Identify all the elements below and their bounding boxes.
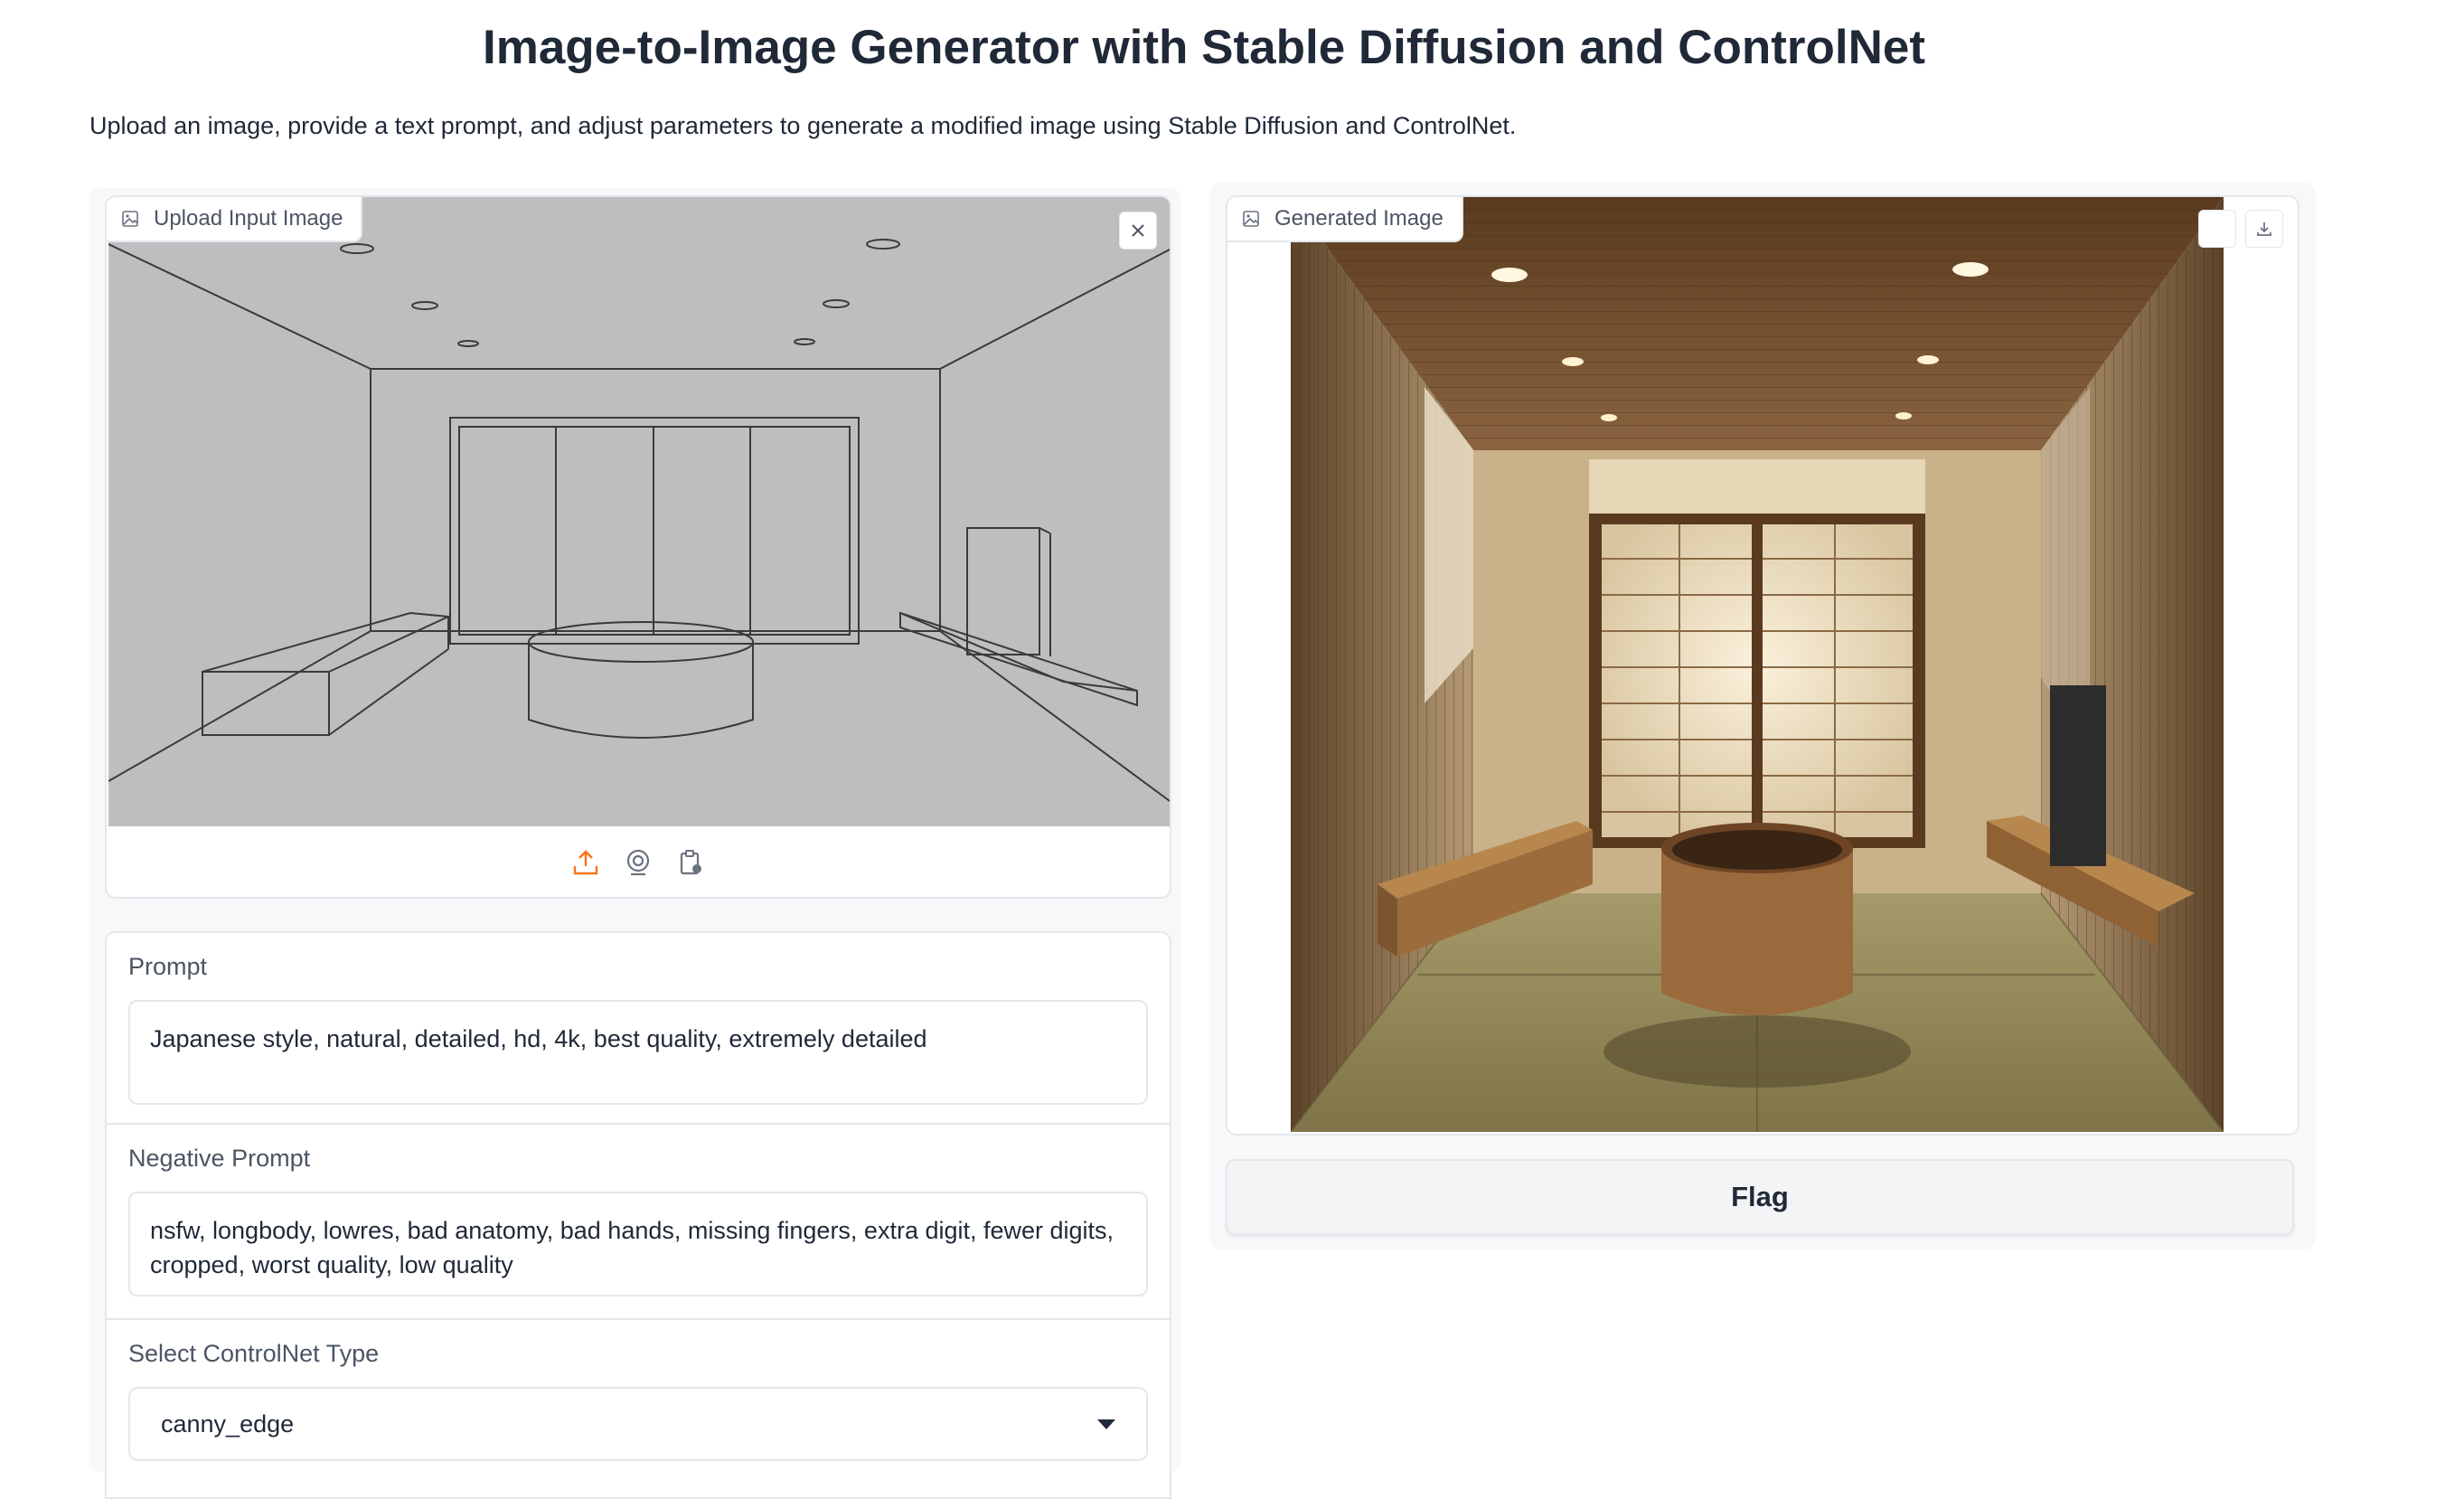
generated-image-label: Generated Image xyxy=(1227,197,1463,242)
generated-room-image xyxy=(1291,197,2224,1132)
clear-image-button[interactable] xyxy=(1119,212,1157,250)
webcam-source-button[interactable] xyxy=(623,847,654,878)
image-icon xyxy=(1243,211,1259,227)
controlnet-selected-value: canny_edge xyxy=(161,1409,295,1438)
generated-image-toolbar xyxy=(2198,210,2283,248)
prompt-label: Prompt xyxy=(128,953,208,980)
prompt-block: Prompt Japanese style, natural, detailed… xyxy=(105,931,1171,1125)
image-icon xyxy=(122,211,138,227)
close-icon xyxy=(1132,224,1144,237)
controlnet-block: Select ControlNet Type canny_edge xyxy=(105,1318,1171,1499)
flag-button[interactable]: Flag xyxy=(1226,1159,2294,1235)
controlnet-select[interactable]: canny_edge xyxy=(128,1387,1148,1461)
chevron-down-icon xyxy=(1097,1419,1115,1429)
input-image-label-text: Upload Input Image xyxy=(154,206,343,231)
room-sketch-drawing xyxy=(108,197,1170,826)
generated-room-drawing xyxy=(1291,197,2224,1132)
prompt-input[interactable]: Japanese style, natural, detailed, hd, 4… xyxy=(128,1000,1148,1105)
page-description: Upload an image, provide a text prompt, … xyxy=(89,112,1517,139)
blank-toolbar-button[interactable] xyxy=(2198,210,2236,248)
upload-icon xyxy=(573,850,598,875)
generated-image-panel: Generated Image xyxy=(1226,195,2299,1136)
input-image-label: Upload Input Image xyxy=(107,197,363,242)
controlnet-label: Select ControlNet Type xyxy=(128,1340,380,1367)
clipboard-source-button[interactable] xyxy=(675,847,706,878)
negative-prompt-input[interactable]: nsfw, longbody, lowres, bad anatomy, bad… xyxy=(128,1192,1148,1296)
upload-source-button[interactable] xyxy=(570,847,601,878)
input-sketch-image[interactable] xyxy=(108,197,1170,826)
download-button[interactable] xyxy=(2245,210,2283,248)
image-source-bar xyxy=(107,826,1170,897)
download-icon xyxy=(2257,222,2271,236)
input-image-panel[interactable]: Upload Input Image xyxy=(105,195,1171,899)
generated-image-label-text: Generated Image xyxy=(1274,206,1444,231)
clipboard-icon xyxy=(680,850,701,875)
webcam-icon xyxy=(626,849,650,876)
negative-prompt-label: Negative Prompt xyxy=(128,1145,311,1172)
page-title: Image-to-Image Generator with Stable Dif… xyxy=(482,21,1925,74)
negative-prompt-block: Negative Prompt nsfw, longbody, lowres, … xyxy=(105,1125,1171,1320)
